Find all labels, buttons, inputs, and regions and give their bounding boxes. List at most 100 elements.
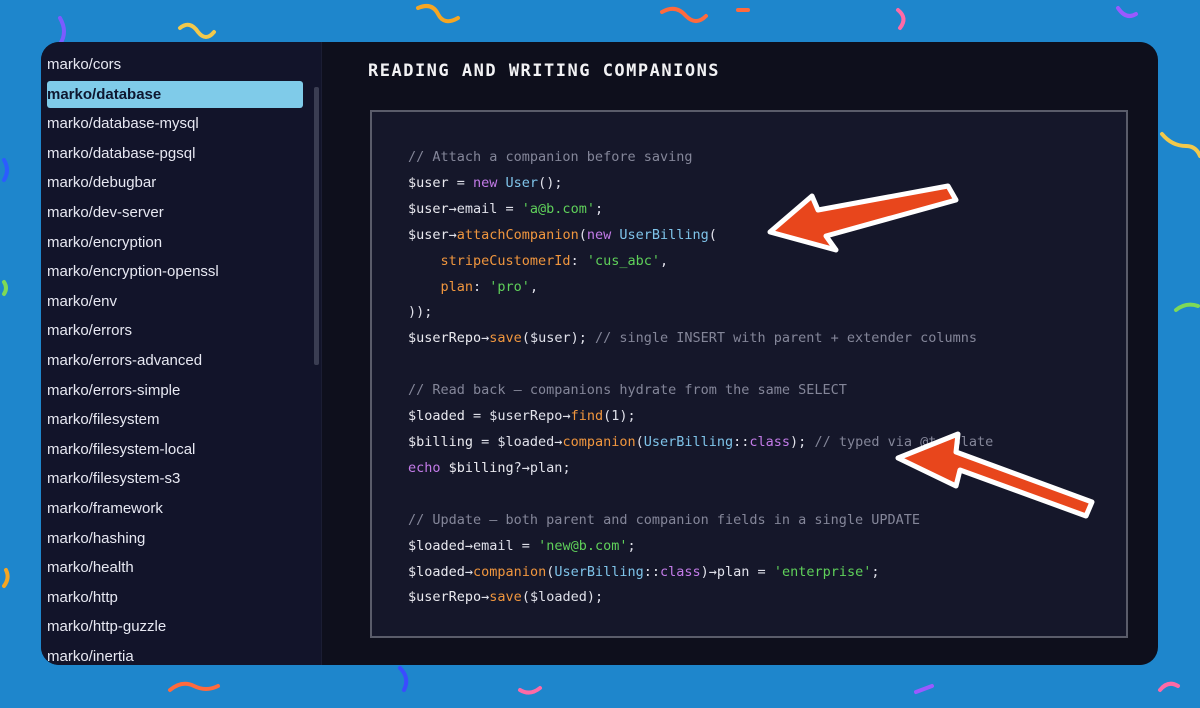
sidebar-item[interactable]: marko/database (47, 80, 303, 108)
code-token: , (659, 252, 669, 269)
code-token: ; (594, 200, 604, 217)
code-token: ( (578, 226, 587, 243)
sidebar-item[interactable]: marko/encryption-openssl (47, 258, 303, 285)
sidebar-item-label: marko/debugbar (47, 174, 157, 192)
sidebar-item-label: marko/hashing (47, 529, 146, 547)
code-token: User (505, 174, 539, 191)
sidebar-item-label: marko/database-pgsql (47, 144, 196, 162)
code-token: plan (440, 278, 474, 295)
code-token: save (489, 589, 522, 606)
code-token: 'enterprise' (773, 563, 872, 580)
sidebar-item-label: marko/filesystem-local (47, 440, 196, 458)
code-token: → (464, 563, 474, 580)
code-token: UserBilling (643, 433, 734, 450)
code-token: save (489, 330, 522, 347)
code-token: ; (871, 563, 880, 580)
sidebar-item-label: marko/filesystem-s3 (47, 470, 181, 488)
code-token: UserBilling (554, 563, 644, 580)
sidebar-item[interactable]: marko/database-pgsql (47, 140, 303, 167)
code-token: class (660, 563, 701, 580)
panel-divider (321, 42, 322, 665)
sidebar-item[interactable]: marko/framework (47, 495, 303, 522)
sidebar-item[interactable]: marko/errors (47, 317, 303, 344)
sidebar-item[interactable]: marko/encryption (47, 229, 303, 256)
sidebar-item-label: marko/http-guzzle (47, 618, 167, 636)
sidebar-item[interactable]: marko/http (47, 584, 303, 611)
code-token: →email = (448, 200, 522, 217)
code-token: ); (790, 433, 815, 450)
code-token: $user (408, 174, 449, 191)
sidebar-item-label: marko/database (47, 85, 162, 103)
app-window: marko/cors marko/database marko/database-m… (41, 42, 1158, 665)
code-token: :: (733, 433, 750, 450)
code-token: // Update — both parent and companion fi… (408, 511, 921, 528)
code-token: 'new@b.com' (538, 537, 628, 554)
code-token: (1); (603, 408, 636, 425)
code-token: new (473, 174, 506, 191)
code-token: $loaded (408, 537, 465, 554)
code-token: ( (635, 433, 644, 450)
code-token: $loaded (408, 563, 465, 580)
code-token: )→plan = (700, 563, 774, 580)
code-token: $billing (408, 433, 474, 450)
sidebar-item[interactable]: marko/errors-simple (47, 377, 303, 404)
code-token: :: (643, 563, 661, 580)
code-token: = $userRepo→ (464, 408, 571, 425)
sidebar-item[interactable]: marko/hashing (47, 525, 303, 552)
sidebar-item[interactable]: marko/cors (47, 51, 303, 78)
code-token: attachCompanion (456, 226, 579, 243)
code-token: companion (562, 433, 636, 450)
code-token: → (448, 226, 457, 243)
sidebar-item[interactable]: marko/env (47, 288, 303, 315)
sidebar-item[interactable]: marko/filesystem (47, 406, 303, 433)
code-token: $userRepo (408, 330, 482, 347)
sidebar-scrollbar-thumb[interactable] (314, 87, 319, 365)
package-sidebar: marko/cors marko/database marko/database-m… (41, 42, 311, 665)
code-token: ?→plan; (513, 459, 571, 476)
sidebar-item[interactable]: marko/filesystem-s3 (47, 465, 303, 492)
sidebar-item[interactable]: marko/http-guzzle (47, 613, 303, 640)
sidebar-item-label: marko/filesystem (47, 411, 160, 429)
code-token: , (529, 278, 539, 295)
code-token: →email = (464, 537, 539, 554)
code-token: ( (708, 226, 717, 243)
code-token: UserBilling (619, 226, 709, 243)
code-block: // Attach a companion before saving $use… (370, 110, 1128, 638)
sidebar-item-label: marko/encryption (47, 233, 163, 251)
code-token: $user (408, 226, 449, 243)
sidebar-item-label: marko/errors-advanced (47, 352, 203, 369)
code-token: )); (408, 304, 433, 321)
code-token: // Attach a companion before saving (408, 149, 693, 165)
sidebar-item[interactable]: marko/inertia (47, 643, 303, 665)
code-token: : (473, 278, 490, 295)
code-token: 'a@b.com' (521, 200, 595, 217)
code-token: = (448, 174, 474, 191)
sidebar-item-label: marko/inertia (47, 648, 134, 665)
sidebar-item-label: marko/errors-simple (47, 381, 181, 399)
page-title: READING AND WRITING COMPANIONS (368, 61, 721, 81)
sidebar-item[interactable]: marko/dev-server (47, 199, 303, 226)
code-token: companion (473, 563, 547, 580)
code-token: $billing (448, 459, 514, 476)
code-token: : (570, 252, 587, 269)
sidebar-item-label: marko/cors (47, 56, 122, 73)
code-token: 'pro' (489, 278, 530, 295)
code-token: // single INSERT with parent + extender … (594, 330, 977, 347)
sidebar-item-label: marko/errors (47, 322, 133, 340)
sidebar-item[interactable]: marko/filesystem-local (47, 436, 303, 463)
code-token: class (749, 433, 791, 450)
sidebar-item[interactable]: marko/database-mysql (47, 110, 303, 137)
code-token: // Read back — companions hydrate from t… (408, 382, 847, 399)
sidebar-item-label: marko/dev-server (47, 204, 164, 221)
code-token: find (570, 408, 604, 425)
code-token: = $loaded→ (473, 433, 563, 450)
code-content: // Attach a companion before saving $use… (408, 145, 993, 611)
sidebar-item[interactable]: marko/debugbar (47, 169, 303, 196)
sidebar-item-label: marko/framework (47, 500, 163, 517)
sidebar-item[interactable]: marko/errors-advanced (47, 347, 303, 374)
code-token: $user (408, 200, 449, 217)
code-token: ($user); (521, 330, 595, 347)
sidebar-item[interactable]: marko/health (47, 554, 303, 581)
